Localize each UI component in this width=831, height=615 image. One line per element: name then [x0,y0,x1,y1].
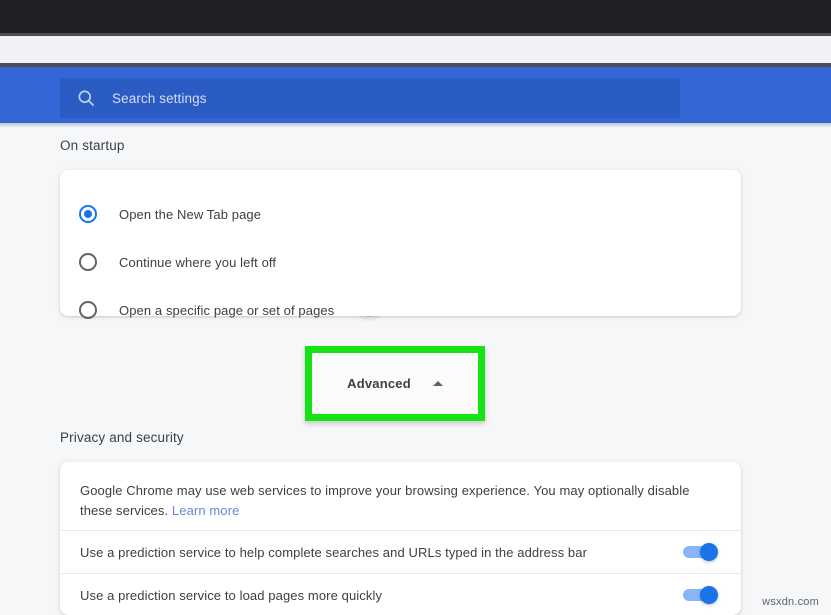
browser-tab-strip[interactable] [0,36,831,63]
toggle-knob [700,586,718,604]
privacy-toggle-label: Use a prediction service to help complet… [80,544,588,560]
privacy-and-security-card: Google Chrome may use web services to im… [60,462,741,615]
search-icon [78,90,94,106]
toggle-switch-preload[interactable] [683,586,718,604]
toggle-switch-autocomplete[interactable] [683,543,718,561]
advanced-button[interactable]: Advanced [305,346,485,421]
privacy-toggle-row[interactable]: Use a prediction service to load pages m… [60,573,741,615]
radio-icon-new-tab[interactable] [79,205,97,223]
startup-option-label: Open the New Tab page [119,206,262,222]
settings-content: APPUALS On startup Open the New Tab page… [0,128,831,615]
section-title-on-startup: On startup [60,138,125,153]
search-input-placeholder[interactable]: Search settings [112,91,207,106]
startup-option-label: Continue where you left off [119,254,277,270]
section-title-privacy-and-security: Privacy and security [60,430,184,445]
learn-more-link[interactable]: Learn more [172,503,239,518]
startup-option-new-tab[interactable]: Open the New Tab page [60,190,741,238]
radio-icon-continue[interactable] [79,253,97,271]
search-settings-box[interactable]: Search settings [60,78,680,118]
os-title-bar [0,0,831,33]
privacy-toggle-row[interactable]: Use a prediction service to help complet… [60,530,741,573]
chevron-up-icon [432,381,443,386]
advanced-button-label: Advanced [347,376,411,391]
privacy-toggle-label: Use a prediction service to load pages m… [80,587,383,603]
startup-option-label: Open a specific page or set of pages [119,302,335,318]
toggle-knob [700,543,718,561]
on-startup-card: Open the New Tab page Continue where you… [60,170,741,319]
startup-option-continue[interactable]: Continue where you left off [60,238,741,286]
radio-icon-specific-page[interactable] [79,301,97,319]
wsxdn-watermark: wsxdn.com [762,596,819,608]
privacy-description: Google Chrome may use web services to im… [60,462,741,530]
startup-option-specific-page[interactable]: Open a specific page or set of pages [60,286,741,334]
